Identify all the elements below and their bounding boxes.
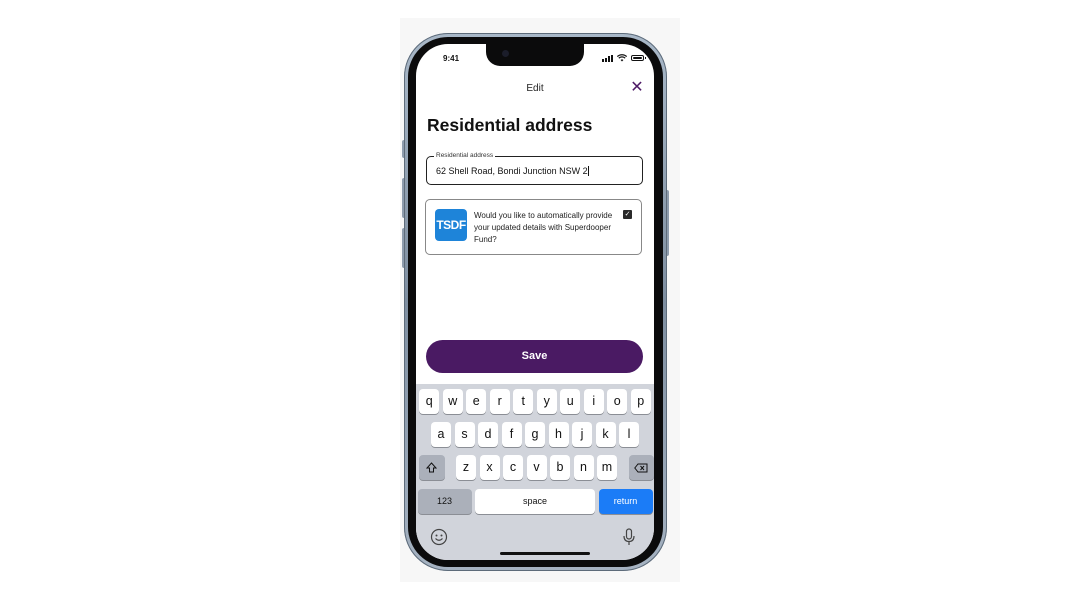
status-icons [602,54,646,62]
key-o[interactable]: o [607,389,628,414]
consent-text: Would you like to automatically provide … [474,211,613,244]
key-i[interactable]: i [583,389,604,414]
wifi-icon [617,54,627,62]
key-r[interactable]: r [489,389,510,414]
numbers-key[interactable]: 123 [417,489,472,514]
consent-card: TSDF Would you like to automatically pro… [425,199,642,255]
address-field-label: Residential address [434,152,496,159]
text-caret [587,166,589,176]
keyboard: qwertyuiop asdfghjkl zxcvbnm 123 space r… [416,384,654,560]
consent-checkbox[interactable]: ✓ [623,210,632,219]
key-v[interactable]: v [526,455,547,480]
key-l[interactable]: l [619,422,639,447]
signal-icon [602,54,613,62]
battery-icon [631,55,646,61]
address-input[interactable]: 62 Shell Road, Bondi Junction NSW 2 [436,166,636,176]
key-t[interactable]: t [513,389,534,414]
close-button[interactable]: ✕ [629,80,645,96]
key-d[interactable]: d [478,422,498,447]
notch [486,44,584,66]
shift-key[interactable] [419,455,445,480]
key-w[interactable]: w [442,389,463,414]
key-q[interactable]: q [419,389,440,414]
return-key[interactable]: return [598,489,653,514]
key-u[interactable]: u [560,389,581,414]
delete-key[interactable] [628,455,654,480]
key-p[interactable]: p [630,389,651,414]
key-m[interactable]: m [597,455,617,480]
key-x[interactable]: x [479,455,500,480]
key-a[interactable]: a [431,422,451,447]
key-j[interactable]: j [572,422,592,447]
key-g[interactable]: g [525,422,545,447]
address-input-value: 62 Shell Road, Bondi Junction NSW 2 [436,166,588,176]
keyboard-row-2: asdfghjkl [416,422,654,447]
shift-icon [426,462,438,473]
backspace-icon [634,463,648,473]
header-title: Edit [526,83,544,94]
key-f[interactable]: f [501,422,522,447]
key-b[interactable]: b [550,455,570,480]
key-e[interactable]: e [466,389,487,414]
key-c[interactable]: c [503,455,523,480]
status-time: 9:41 [443,54,460,63]
save-button[interactable]: Save [426,340,643,373]
keyboard-row-1: qwertyuiop [416,389,654,414]
phone-screen: 9:41 Edit ✕ Residential address Resident… [416,44,654,560]
page-title: Residential address [427,115,593,135]
keyboard-row-4: 123 space return [416,489,654,514]
key-s[interactable]: s [454,422,475,447]
keyboard-row-3: zxcvbnm [416,455,654,480]
key-y[interactable]: y [536,389,557,414]
emoji-icon[interactable] [430,528,448,546]
key-k[interactable]: k [595,422,616,447]
space-key[interactable]: space [475,489,595,514]
key-n[interactable]: n [573,455,594,480]
key-h[interactable]: h [548,422,569,447]
address-field[interactable]: Residential address 62 Shell Road, Bondi… [426,152,643,185]
key-z[interactable]: z [456,455,476,480]
home-indicator [500,552,590,555]
camera-icon [502,50,509,57]
tsdf-logo: TSDF [435,209,467,241]
microphone-icon[interactable] [622,528,636,546]
